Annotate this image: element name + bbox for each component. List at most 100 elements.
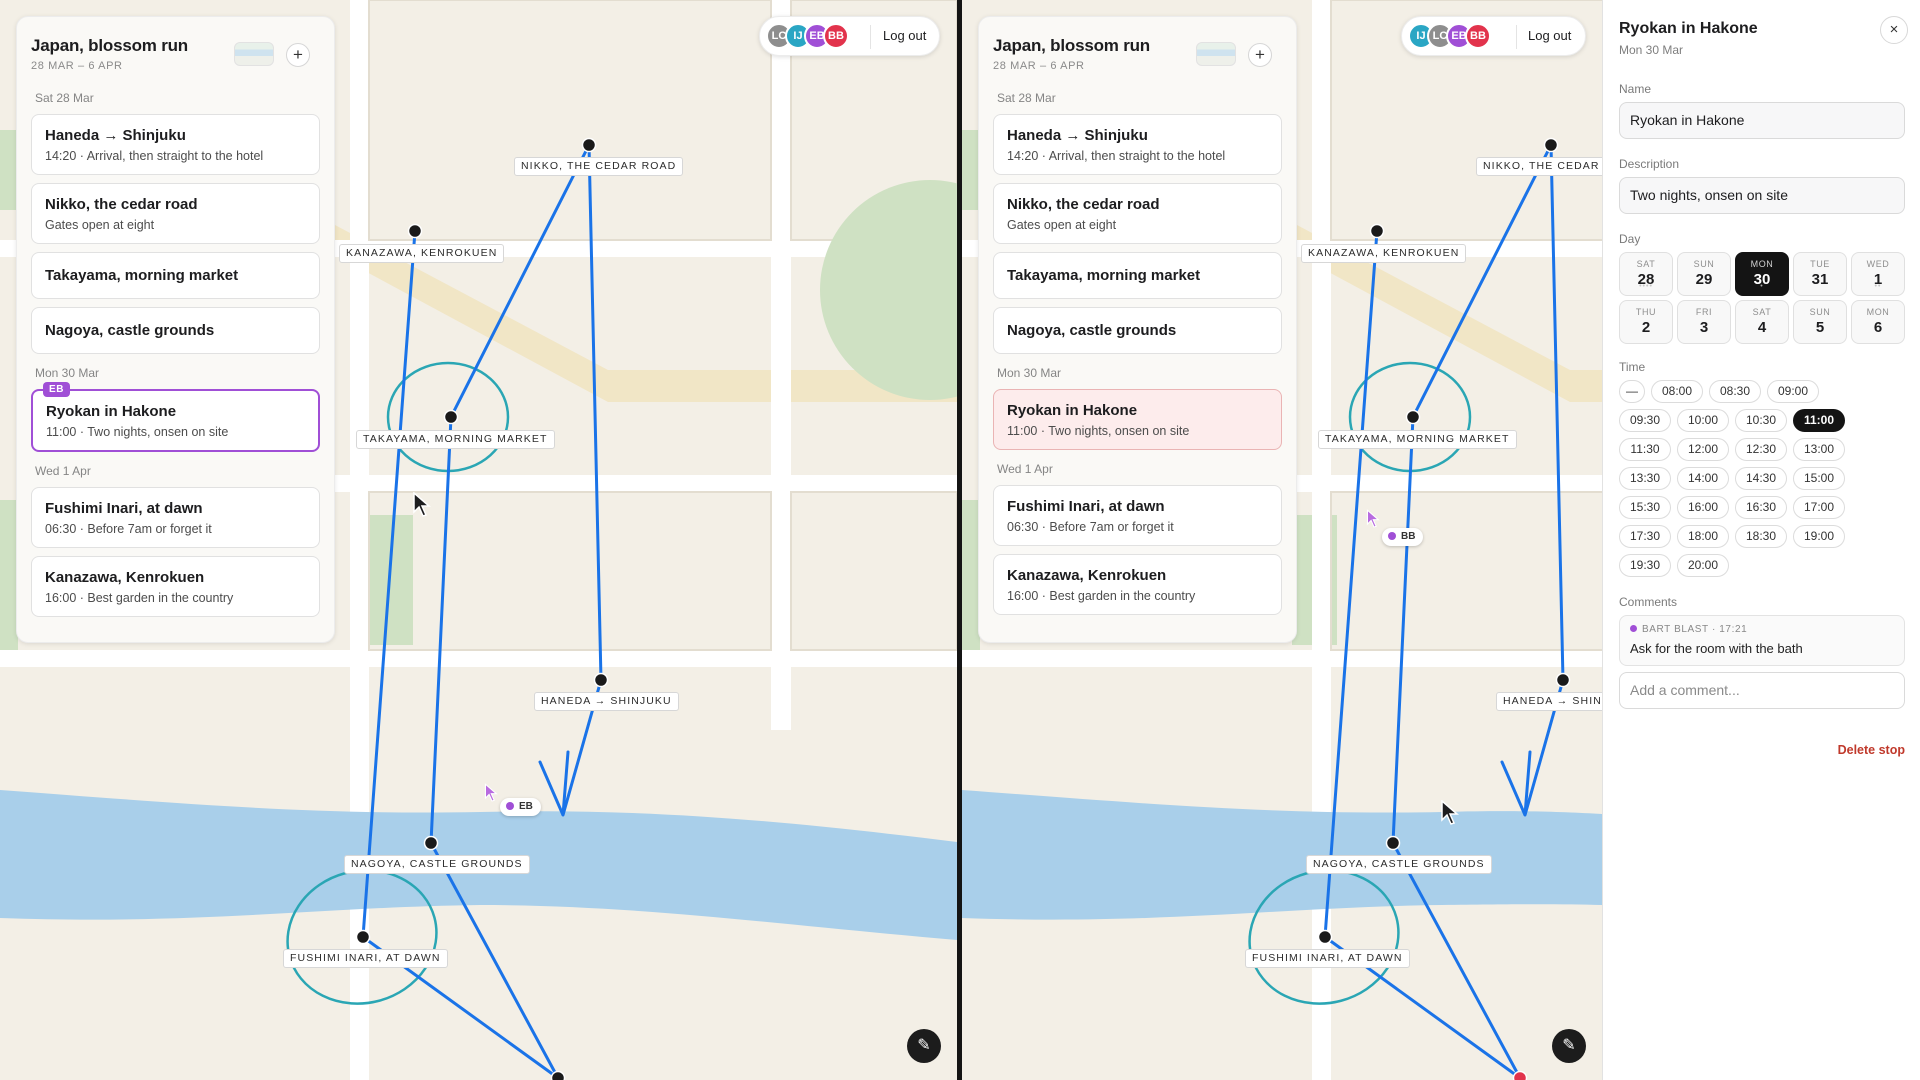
time-option[interactable]: 14:00 — [1677, 467, 1729, 490]
map-label-nikko[interactable]: NIKKO, THE CEDAR ROA — [1476, 157, 1602, 176]
day-option[interactable]: TUE 31 — [1793, 252, 1847, 296]
time-option[interactable]: 13:00 — [1793, 438, 1845, 461]
stop-card[interactable]: Haneda → Shinjuku 14:20 · Arrival, then s… — [31, 114, 320, 175]
day-number: 31 — [1811, 271, 1829, 288]
add-stop-button[interactable]: + — [286, 43, 310, 67]
remote-cursor-tag: EB — [500, 798, 541, 816]
stop-card[interactable]: Ryokan in Hakone 11:00 · Two nights, onse… — [993, 389, 1282, 450]
map-pane-right[interactable]: Japan, blossom run 28 MAR – 6 APR + Sat … — [962, 0, 1602, 1080]
day-option[interactable]: THU 2 — [1619, 300, 1673, 344]
day-option[interactable]: WED 1 •• — [1851, 252, 1905, 296]
stop-title: Takayama, morning market — [1007, 267, 1201, 284]
day-option[interactable]: MON 6 — [1851, 300, 1905, 344]
time-option[interactable]: 10:00 — [1677, 409, 1729, 432]
day-option[interactable]: SAT 28 •••• — [1619, 252, 1673, 296]
stop-card[interactable]: Fushimi Inari, at dawn 06:30 · Before 7am… — [31, 487, 320, 548]
stop-card[interactable]: Nikko, the cedar road Gates open at eight — [31, 183, 320, 244]
map-label-fushimi[interactable]: FUSHIMI INARI, AT DAWN — [1245, 949, 1410, 968]
stop-subtitle: Gates open at eight — [1007, 218, 1117, 232]
edit-pencil-icon[interactable]: ✎ — [907, 1029, 941, 1063]
map-label-haneda[interactable]: HANEDA → SHIN… — [1496, 692, 1602, 711]
add-stop-button[interactable]: + — [1248, 43, 1272, 67]
map-label-kanazawa[interactable]: KANAZAWA, KENROKUEN — [1301, 244, 1467, 263]
time-option[interactable]: 09:00 — [1767, 380, 1819, 403]
time-option[interactable]: 17:00 — [1793, 496, 1845, 519]
stops-list: Sat 28 Mar Haneda → Shinjuku 14:20 · Arriv… — [993, 91, 1282, 615]
map-label-kanazawa[interactable]: KANAZAWA, KENROKUEN — [339, 244, 505, 263]
map-label-takayama[interactable]: TAKAYAMA, MORNING MARKET — [1318, 430, 1517, 449]
map-label-nikko[interactable]: NIKKO, THE CEDAR ROAD — [514, 157, 684, 176]
comment-input[interactable]: Add a comment... — [1619, 672, 1905, 709]
day-option[interactable]: MON 30 • — [1735, 252, 1789, 296]
stop-card[interactable]: Kanazawa, Kenrokuen 16:00 · Best garden i… — [993, 554, 1282, 615]
stop-card[interactable]: Nikko, the cedar road Gates open at eight — [993, 183, 1282, 244]
stop-card[interactable]: Nagoya, castle grounds — [993, 307, 1282, 354]
map-pane-left[interactable]: Japan, blossom run 28 MAR – 6 APR + Sat … — [0, 0, 957, 1080]
day-option[interactable]: FRI 3 — [1677, 300, 1731, 344]
logout-button[interactable]: Log out — [883, 28, 926, 43]
user-avatar[interactable]: BB — [823, 23, 849, 49]
time-option[interactable]: 08:30 — [1709, 380, 1761, 403]
stop-card[interactable]: Takayama, morning market — [993, 252, 1282, 299]
time-option[interactable]: 15:30 — [1619, 496, 1671, 519]
no-time-option[interactable]: — — [1619, 380, 1645, 403]
time-option[interactable]: 18:00 — [1677, 525, 1729, 548]
trip-title: Japan, blossom run — [993, 36, 1150, 55]
stop-card[interactable]: EB Ryokan in Hakone 11:00 · Two nights, on… — [31, 382, 320, 452]
stop-card[interactable]: Takayama, morning market — [31, 252, 320, 299]
comment-item: BART BLAST · 17:21 Ask for the room with… — [1619, 615, 1905, 666]
stop-subtitle: 11:00 · Two nights, onsen on site — [1007, 424, 1190, 438]
day-option[interactable]: SUN 5 — [1793, 300, 1847, 344]
map-label-haneda[interactable]: HANEDA → SHINJUKU — [534, 692, 679, 711]
name-field[interactable]: Ryokan in Hakone — [1619, 102, 1905, 139]
day-option[interactable]: SAT 4 — [1735, 300, 1789, 344]
time-option[interactable]: 10:30 — [1735, 409, 1787, 432]
stop-card[interactable]: Nagoya, castle grounds — [31, 307, 320, 354]
map-label-fushimi[interactable]: FUSHIMI INARI, AT DAWN — [283, 949, 448, 968]
close-icon[interactable]: × — [1880, 16, 1908, 44]
map-label-takayama[interactable]: TAKAYAMA, MORNING MARKET — [356, 430, 555, 449]
time-option[interactable]: 20:00 — [1677, 554, 1729, 577]
day-option[interactable]: SUN 29 — [1677, 252, 1731, 296]
stop-subtitle: Gates open at eight — [45, 218, 155, 232]
stop-pin — [423, 835, 439, 851]
time-option[interactable]: 11:00 — [1793, 409, 1845, 432]
logout-button[interactable]: Log out — [1528, 28, 1571, 43]
time-option[interactable]: 17:30 — [1619, 525, 1671, 548]
stop-card[interactable]: Haneda → Shinjuku 14:20 · Arrival, then s… — [993, 114, 1282, 175]
time-option[interactable]: 11:30 — [1619, 438, 1671, 461]
delete-stop-button[interactable]: Delete stop — [1619, 743, 1905, 757]
street — [962, 650, 1602, 667]
stop-pin — [1512, 1070, 1528, 1080]
map-thumbnail[interactable] — [234, 42, 274, 66]
user-avatar[interactable]: BB — [1465, 23, 1491, 49]
edit-pencil-icon[interactable]: ✎ — [1552, 1029, 1586, 1063]
time-option[interactable]: 13:30 — [1619, 467, 1671, 490]
description-field[interactable]: Two nights, onsen on site — [1619, 177, 1905, 214]
stop-card[interactable]: Kanazawa, Kenrokuen 16:00 · Best garden i… — [31, 556, 320, 617]
time-option[interactable]: 14:30 — [1735, 467, 1787, 490]
day-heading: Wed 1 Apr — [997, 462, 1053, 476]
time-option[interactable]: 19:30 — [1619, 554, 1671, 577]
day-number: 2 — [1641, 319, 1651, 336]
stop-title: Takayama, morning market — [45, 267, 239, 284]
map-label-nagoya[interactable]: NAGOYA, CASTLE GROUNDS — [1306, 855, 1492, 874]
day-heading: Mon 30 Mar — [997, 366, 1062, 380]
map-thumbnail[interactable] — [1196, 42, 1236, 66]
time-option[interactable]: 09:30 — [1619, 409, 1671, 432]
map-label-nagoya[interactable]: NAGOYA, CASTLE GROUNDS — [344, 855, 530, 874]
stop-card[interactable]: Fushimi Inari, at dawn 06:30 · Before 7am… — [993, 485, 1282, 546]
time-option[interactable]: 08:00 — [1651, 380, 1703, 403]
time-option[interactable]: 16:00 — [1677, 496, 1729, 519]
cursor-icon — [1441, 800, 1460, 825]
time-option[interactable]: 18:30 — [1735, 525, 1787, 548]
stop-pin — [581, 137, 597, 153]
presence-dot — [506, 802, 514, 810]
time-option[interactable]: 12:30 — [1735, 438, 1787, 461]
time-option[interactable]: 16:30 — [1735, 496, 1787, 519]
panel-date: Mon 30 Mar — [1619, 43, 1684, 57]
time-option[interactable]: 15:00 — [1793, 467, 1845, 490]
time-option[interactable]: 12:00 — [1677, 438, 1729, 461]
stop-title: Haneda → Shinjuku — [45, 127, 186, 144]
time-option[interactable]: 19:00 — [1793, 525, 1845, 548]
